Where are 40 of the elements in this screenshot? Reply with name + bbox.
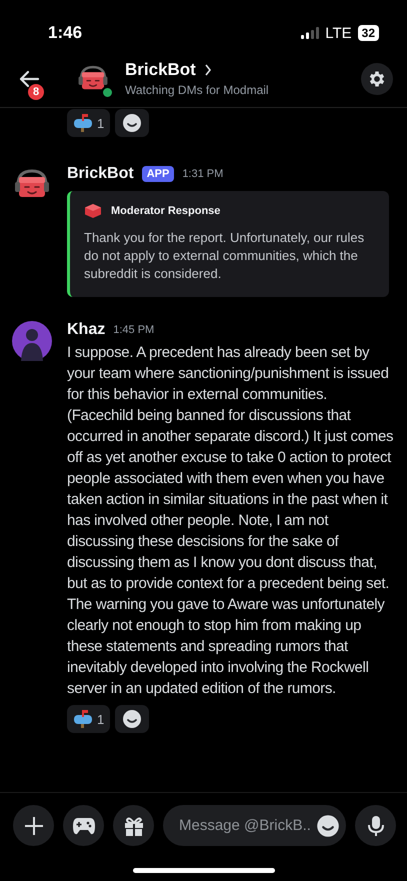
embed-text: Thank you for the report. Unfortunately, our rules do not apply to external communities, which the subreddit is considered. — [84, 229, 366, 283]
message-field[interactable]: Message @BrickB.. — [163, 805, 346, 846]
status-time: 1:46 — [48, 23, 82, 43]
unread-badge: 8 — [28, 84, 44, 100]
gift-icon — [122, 814, 144, 836]
chevron-icon — [204, 64, 212, 76]
settings-button[interactable] — [361, 62, 393, 94]
signal-icon — [301, 27, 320, 39]
back-arrow-icon[interactable] — [18, 70, 40, 88]
smiley-icon — [122, 113, 142, 133]
author-name[interactable]: BrickBot — [67, 165, 134, 183]
user-avatar-icon — [12, 321, 52, 361]
mailbox-icon — [73, 710, 93, 728]
battery-level: 32 — [358, 25, 379, 41]
network-label: LTE — [325, 24, 352, 42]
author-name[interactable]: Khaz — [67, 321, 106, 339]
settings-icon — [367, 68, 387, 88]
brick-icon — [84, 203, 102, 219]
gamepad-icon — [72, 816, 96, 836]
voice-button[interactable] — [355, 805, 396, 846]
activities-button[interactable] — [63, 805, 104, 846]
plus-icon — [24, 816, 44, 836]
add-reaction-button[interactable] — [115, 109, 150, 137]
message-timestamp: 1:45 PM — [113, 324, 154, 336]
mailbox-icon — [73, 114, 93, 132]
smiley-icon — [122, 709, 142, 729]
add-button[interactable] — [13, 805, 54, 846]
reaction-chip[interactable]: 1 — [67, 705, 110, 733]
emoji-icon[interactable] — [316, 814, 340, 838]
microphone-icon — [366, 814, 384, 836]
add-reaction-button[interactable] — [115, 705, 150, 733]
message-input[interactable]: Message @BrickB.. — [177, 816, 316, 835]
channel-title[interactable]: BrickBot — [125, 60, 196, 80]
embed-title: Moderator Response — [111, 205, 220, 217]
gift-button[interactable] — [113, 805, 154, 846]
app-tag: APP — [142, 166, 174, 182]
channel-subtitle: Watching DMs for Modmail — [125, 83, 270, 97]
message-timestamp: 1:31 PM — [182, 168, 224, 180]
message-text: I suppose. A precedent has already been set by your team where sanctioning/punishment is issued for this behavior in external communities. (Facechild being banned for discussions that occurred in another separate discord.) It just comes off as yet another excuse to take 0 action to protect people associated with them even when you have taken action in similar situations in the past when it has involved other people. Note, I am not discussing these descisions for the sake of discussing them as I know you dont discuss that, but as to provide context for a precedent being set. The warning you gave to Aware was unfortunately clearly not enough to stop him from making up these statements and spreading rumors that inevitably developed into involving the Rockwell server in an updated edition of the rumors. — [67, 343, 394, 699]
reaction-chip[interactable]: 1 — [67, 109, 110, 137]
